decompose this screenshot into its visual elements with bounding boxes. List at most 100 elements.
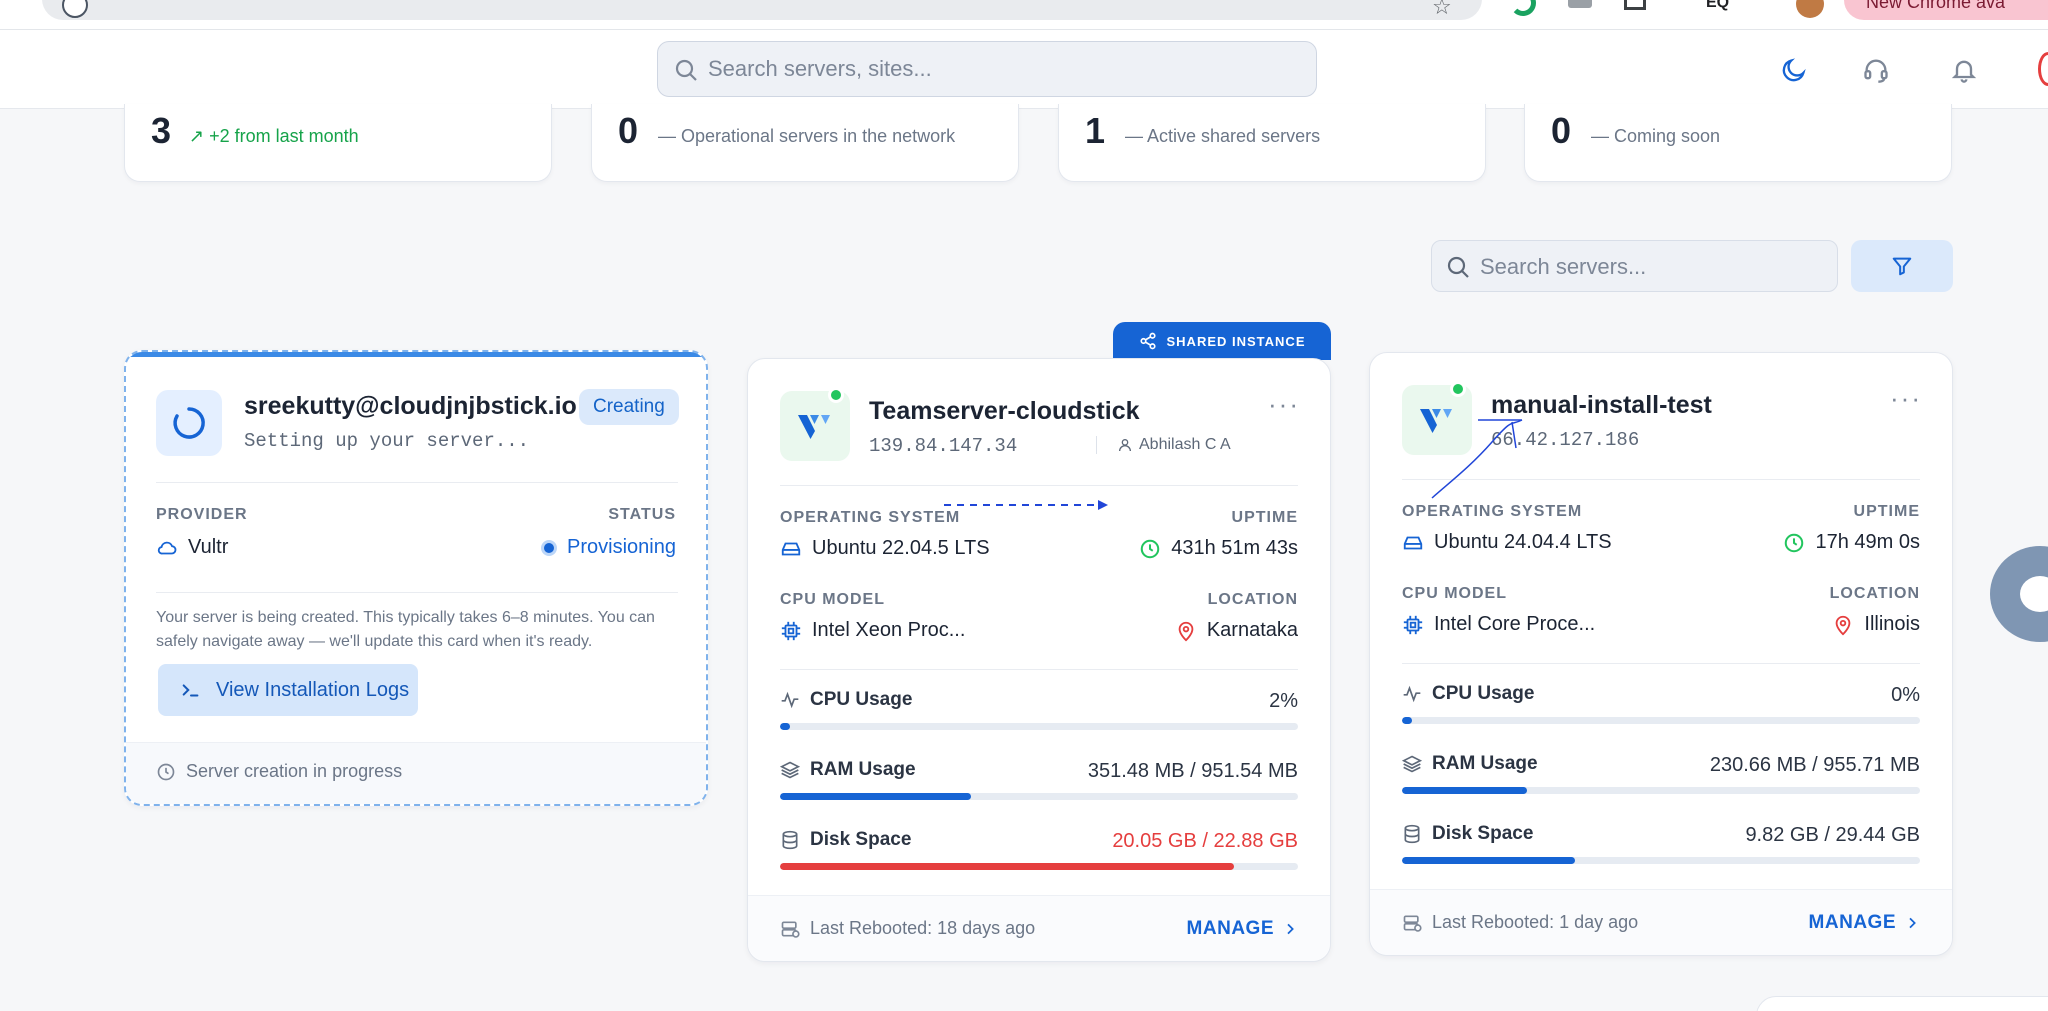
bookmark-star-icon[interactable]: ☆ — [1432, 0, 1452, 20]
server-name[interactable]: Teamserver-cloudstick — [869, 397, 1140, 426]
cpu-model-text: Intel Xeon Proc... — [812, 619, 966, 641]
theme-toggle-button[interactable] — [1774, 50, 1814, 90]
provider-value: Vultr — [156, 536, 228, 559]
os-text: Ubuntu 22.04.5 LTS — [812, 537, 990, 559]
status-badge: Creating — [579, 389, 679, 425]
online-status-dot — [828, 387, 844, 403]
floating-panel-edge — [1756, 996, 2048, 1011]
ram-usage-label-text: RAM Usage — [1432, 753, 1538, 774]
location-text: Karnataka — [1206, 619, 1298, 641]
divider — [780, 485, 1298, 486]
cpu-model-value: Intel Core Proce... — [1402, 613, 1595, 636]
disk-usage-label: Disk Space — [1402, 823, 1533, 845]
cpu-model-label: CPU MODEL — [1402, 585, 1507, 602]
location-text: Illinois — [1864, 613, 1920, 635]
map-pin-icon — [1836, 615, 1851, 635]
stat-number: 0 — [1551, 110, 1572, 151]
cpu-usage-value: 2% — [1269, 690, 1298, 712]
server-ip: 139.84.147.34 — [869, 435, 1018, 457]
provider-name: Vultr — [188, 536, 229, 558]
view-installation-logs-button[interactable]: View Installation Logs — [158, 664, 418, 716]
annotation-arrow — [944, 500, 1108, 510]
ram-usage-fill — [780, 793, 972, 800]
disk-usage-label-text: Disk Space — [1432, 823, 1534, 844]
stat-card-total: 3 ↗ +2 from last month — [124, 104, 552, 182]
cloud-icon — [157, 541, 177, 554]
manage-label: MANAGE — [1186, 918, 1274, 939]
extension-eq-icon[interactable]: EQ — [1706, 0, 1729, 12]
stat-number: 1 — [1085, 110, 1106, 151]
card-footer: Server creation in progress — [126, 742, 706, 804]
terminal-icon — [182, 684, 199, 697]
creation-message: Your server is being created. This typic… — [156, 609, 655, 650]
uptime-label: UPTIME — [1853, 503, 1920, 520]
divider — [156, 592, 678, 593]
uptime-value: 17h 49m 0s — [1783, 531, 1920, 554]
chevron-right-icon — [1909, 917, 1916, 929]
stat-number: 3 — [151, 110, 172, 151]
cpu-icon — [781, 621, 801, 640]
stat-card-coming-soon: 0 — Coming soon — [1524, 104, 1952, 182]
last-rebooted-text: Last Rebooted: 18 days ago — [810, 918, 1036, 938]
user-avatar[interactable] — [2038, 52, 2048, 86]
creating-server-subtitle: Setting up your server... — [244, 430, 530, 452]
support-button[interactable] — [1856, 50, 1896, 90]
logs-button-label: View Installation Logs — [216, 678, 410, 701]
address-bar[interactable] — [42, 0, 1482, 20]
global-search[interactable] — [657, 41, 1317, 97]
card-footer: Last Rebooted: 1 day ago MANAGE — [1370, 889, 1952, 955]
manage-button[interactable]: MANAGE — [1809, 912, 1920, 934]
chevron-right-icon — [1287, 923, 1294, 935]
extension-icon[interactable] — [1568, 0, 1592, 8]
status-label: STATUS — [608, 506, 676, 523]
hard-drive-icon — [781, 542, 801, 555]
ram-usage-label: RAM Usage — [1402, 753, 1538, 775]
os-label: OPERATING SYSTEM — [1402, 503, 1583, 520]
uptime-value: 431h 51m 43s — [1139, 537, 1298, 560]
owner-name: Abhilash C A — [1139, 436, 1231, 453]
status-value: Provisioning — [541, 536, 676, 559]
global-search-input[interactable] — [708, 52, 1298, 86]
activity-icon — [781, 691, 799, 709]
extension-tray-icon[interactable] — [1624, 0, 1646, 10]
filter-button[interactable] — [1851, 240, 1953, 292]
search-icon — [675, 59, 697, 81]
ram-usage-fill — [1402, 787, 1527, 794]
stat-description: — Active shared servers — [1125, 126, 1321, 146]
notifications-button[interactable] — [1944, 50, 1984, 90]
cpu-usage-label-text: CPU Usage — [810, 689, 913, 710]
ram-usage-label-text: RAM Usage — [810, 759, 916, 780]
database-icon — [782, 830, 798, 850]
disk-usage-label-text: Disk Space — [810, 829, 912, 850]
user-icon — [1119, 439, 1131, 452]
disk-usage-bar — [1402, 857, 1920, 864]
manage-button[interactable]: MANAGE — [1187, 918, 1298, 940]
ram-usage-value: 230.66 MB / 955.71 MB — [1709, 754, 1920, 776]
creating-server-title: sreekutty@cloudjnjbstick.io — [244, 392, 577, 420]
clock-icon — [157, 763, 175, 780]
last-rebooted: Last Rebooted: 1 day ago — [1402, 912, 1638, 933]
server-search-input[interactable] — [1480, 250, 1820, 284]
stat-description: — Operational servers in the network — [658, 126, 956, 146]
browser-profile-avatar[interactable] — [1796, 0, 1824, 18]
divider — [780, 669, 1298, 670]
provider-label: PROVIDER — [156, 506, 248, 523]
online-status-dot — [1450, 381, 1466, 397]
cpu-model-label: CPU MODEL — [780, 591, 885, 608]
cpu-usage-label-text: CPU Usage — [1432, 683, 1535, 704]
stat-number: 0 — [618, 110, 639, 151]
card-footer: Last Rebooted: 18 days ago MANAGE — [748, 895, 1330, 961]
chrome-update-pill[interactable]: New Chrome ava — [1844, 0, 2048, 20]
extension-grammarly-icon[interactable] — [1510, 0, 1536, 16]
cpu-model-text: Intel Core Proce... — [1434, 613, 1596, 635]
location-value: Illinois — [1832, 613, 1920, 636]
chat-widget-button[interactable] — [1990, 546, 2048, 642]
server-search[interactable] — [1431, 240, 1838, 292]
hard-drive-icon — [1403, 536, 1423, 549]
cpu-model-value: Intel Xeon Proc... — [780, 619, 965, 642]
more-options-button[interactable]: ··· — [1268, 389, 1300, 420]
divider — [156, 482, 678, 483]
location-value: Karnataka — [1175, 619, 1298, 642]
more-options-button[interactable]: ··· — [1890, 383, 1922, 414]
server-card: Teamserver-cloudstick 139.84.147.34 Abhi… — [747, 358, 1331, 962]
